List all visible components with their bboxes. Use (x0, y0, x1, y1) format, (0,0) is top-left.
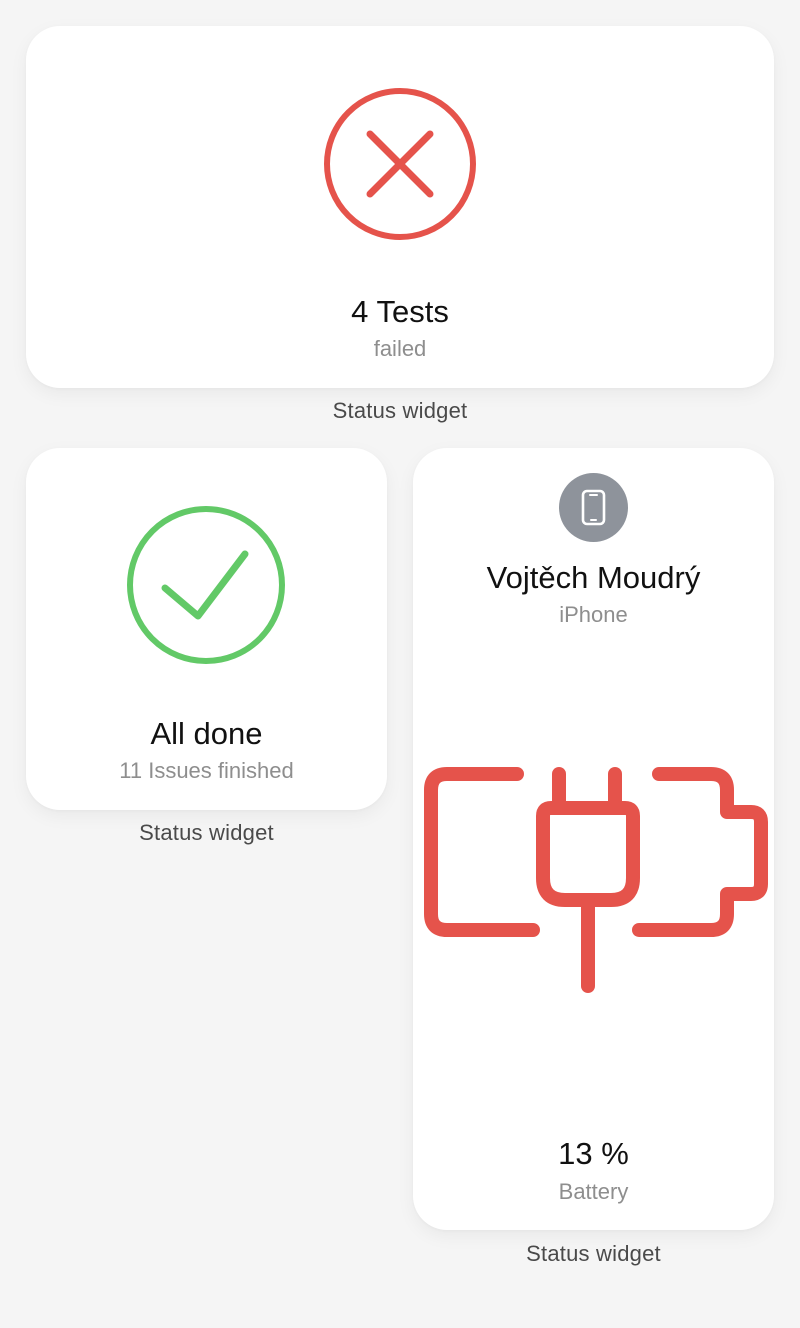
device-name: Vojtěch Moudrý (486, 560, 701, 595)
check-circle-icon (125, 504, 287, 666)
device-type: iPhone (559, 602, 628, 627)
tests-status-widget[interactable]: 4 Tests failed (26, 26, 774, 388)
done-status-widget[interactable]: All done 11 Issues finished (26, 448, 387, 810)
battery-charging-plug-icon (421, 764, 775, 996)
widget-caption: Status widget (139, 820, 274, 845)
widget-subtitle: failed (373, 336, 427, 361)
widget-caption: Status widget (332, 398, 468, 423)
widget-title: All done (150, 716, 263, 751)
widget-title: 4 Tests (351, 294, 449, 329)
battery-status-widget[interactable]: Vojtěch Moudrý iPhone 13 % Battery (413, 448, 774, 1230)
x-circle-icon (322, 86, 478, 242)
smartphone-icon (581, 489, 606, 526)
battery-value: 13 % (558, 1136, 629, 1171)
battery-label: Battery (558, 1179, 629, 1204)
widget-subtitle: 11 Issues finished (119, 758, 294, 783)
widget-caption: Status widget (526, 1241, 661, 1266)
device-badge (559, 473, 628, 542)
